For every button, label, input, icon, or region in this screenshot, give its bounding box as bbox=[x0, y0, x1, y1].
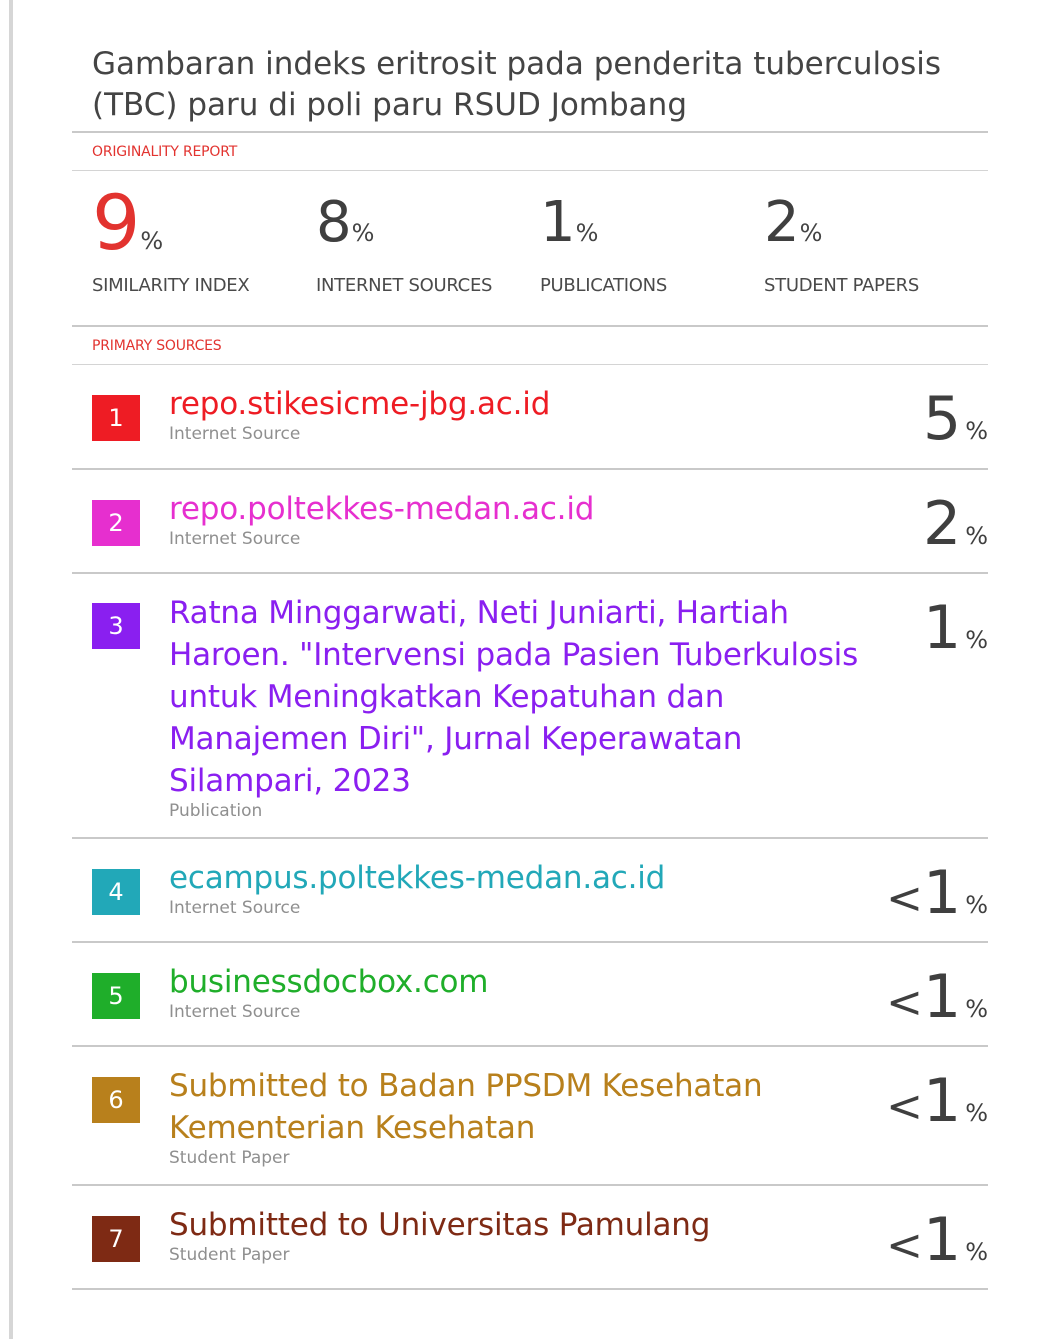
source-row-4: 4 ecampus.poltekkes-medan.ac.id Internet… bbox=[72, 839, 988, 941]
stats-row: 9% SIMILARITY INDEX 8% INTERNET SOURCES … bbox=[72, 171, 988, 325]
primary-sources-label: PRIMARY SOURCES bbox=[92, 338, 222, 354]
stat-label: PUBLICATIONS bbox=[540, 275, 667, 296]
source-percentage: <1% bbox=[886, 858, 988, 928]
stat-value: 9 bbox=[92, 178, 141, 267]
source-row-7: 7 Submitted to Universitas Pamulang Stud… bbox=[72, 1186, 988, 1288]
source-link[interactable]: repo.poltekkes-medan.ac.id bbox=[169, 488, 859, 530]
source-type: Internet Source bbox=[169, 898, 301, 918]
rank-badge: 5 bbox=[92, 973, 140, 1019]
stat-label: SIMILARITY INDEX bbox=[92, 275, 250, 296]
source-row-6: 6 Submitted to Badan PPSDM Kesehatan Kem… bbox=[72, 1047, 988, 1184]
source-type: Student Paper bbox=[169, 1245, 290, 1265]
source-type: Internet Source bbox=[169, 1002, 301, 1022]
source-type: Internet Source bbox=[169, 424, 301, 444]
source-link[interactable]: ecampus.poltekkes-medan.ac.id bbox=[169, 857, 859, 899]
source-link[interactable]: businessdocbox.com bbox=[169, 961, 859, 1003]
rank-badge: 1 bbox=[92, 395, 140, 441]
source-row-1: 1 repo.stikesicme-jbg.ac.id Internet Sou… bbox=[72, 365, 988, 468]
stat-student-papers: 2% STUDENT PAPERS bbox=[764, 171, 988, 325]
source-row-2: 2 repo.poltekkes-medan.ac.id Internet So… bbox=[72, 470, 988, 572]
source-percentage: 2% bbox=[923, 489, 988, 559]
source-link[interactable]: repo.stikesicme-jbg.ac.id bbox=[169, 383, 859, 425]
source-percentage: 1% bbox=[923, 593, 988, 663]
source-type: Student Paper bbox=[169, 1148, 290, 1168]
originality-report-label: ORIGINALITY REPORT bbox=[92, 144, 238, 160]
stat-value: 1 bbox=[540, 190, 576, 255]
source-row-3: 3 Ratna Minggarwati, Neti Juniarti, Hart… bbox=[72, 574, 988, 837]
stat-publications: 1% PUBLICATIONS bbox=[540, 171, 764, 325]
stat-unit: % bbox=[140, 227, 164, 255]
rank-badge: 4 bbox=[92, 869, 140, 915]
stat-unit: % bbox=[799, 219, 823, 247]
rank-badge: 6 bbox=[92, 1077, 140, 1123]
stat-unit: % bbox=[575, 219, 599, 247]
source-link[interactable]: Submitted to Universitas Pamulang bbox=[169, 1204, 859, 1246]
source-type: Internet Source bbox=[169, 529, 301, 549]
document-title: Gambaran indeks eritrosit pada penderita… bbox=[92, 46, 942, 123]
stat-value: 2 bbox=[764, 190, 800, 255]
left-border bbox=[9, 0, 13, 1339]
source-percentage: 5% bbox=[923, 384, 988, 454]
stat-unit: % bbox=[351, 219, 375, 247]
originality-report: Gambaran indeks eritrosit pada penderita… bbox=[72, 44, 988, 1290]
source-percentage: <1% bbox=[886, 962, 988, 1032]
source-type: Publication bbox=[169, 801, 263, 821]
source-percentage: <1% bbox=[886, 1205, 988, 1275]
rank-badge: 3 bbox=[92, 603, 140, 649]
stat-value: 8 bbox=[316, 190, 352, 255]
stat-label: INTERNET SOURCES bbox=[316, 275, 493, 296]
stat-similarity-index: 9% SIMILARITY INDEX bbox=[92, 171, 316, 325]
divider bbox=[72, 1288, 988, 1290]
source-link[interactable]: Submitted to Badan PPSDM Kesehatan Kemen… bbox=[169, 1065, 859, 1149]
rank-badge: 7 bbox=[92, 1216, 140, 1262]
rank-badge: 2 bbox=[92, 500, 140, 546]
source-row-5: 5 businessdocbox.com Internet Source <1% bbox=[72, 943, 988, 1045]
source-percentage: <1% bbox=[886, 1066, 988, 1136]
stat-internet-sources: 8% INTERNET SOURCES bbox=[316, 171, 540, 325]
source-link[interactable]: Ratna Minggarwati, Neti Juniarti, Hartia… bbox=[169, 592, 859, 802]
stat-label: STUDENT PAPERS bbox=[764, 275, 919, 296]
